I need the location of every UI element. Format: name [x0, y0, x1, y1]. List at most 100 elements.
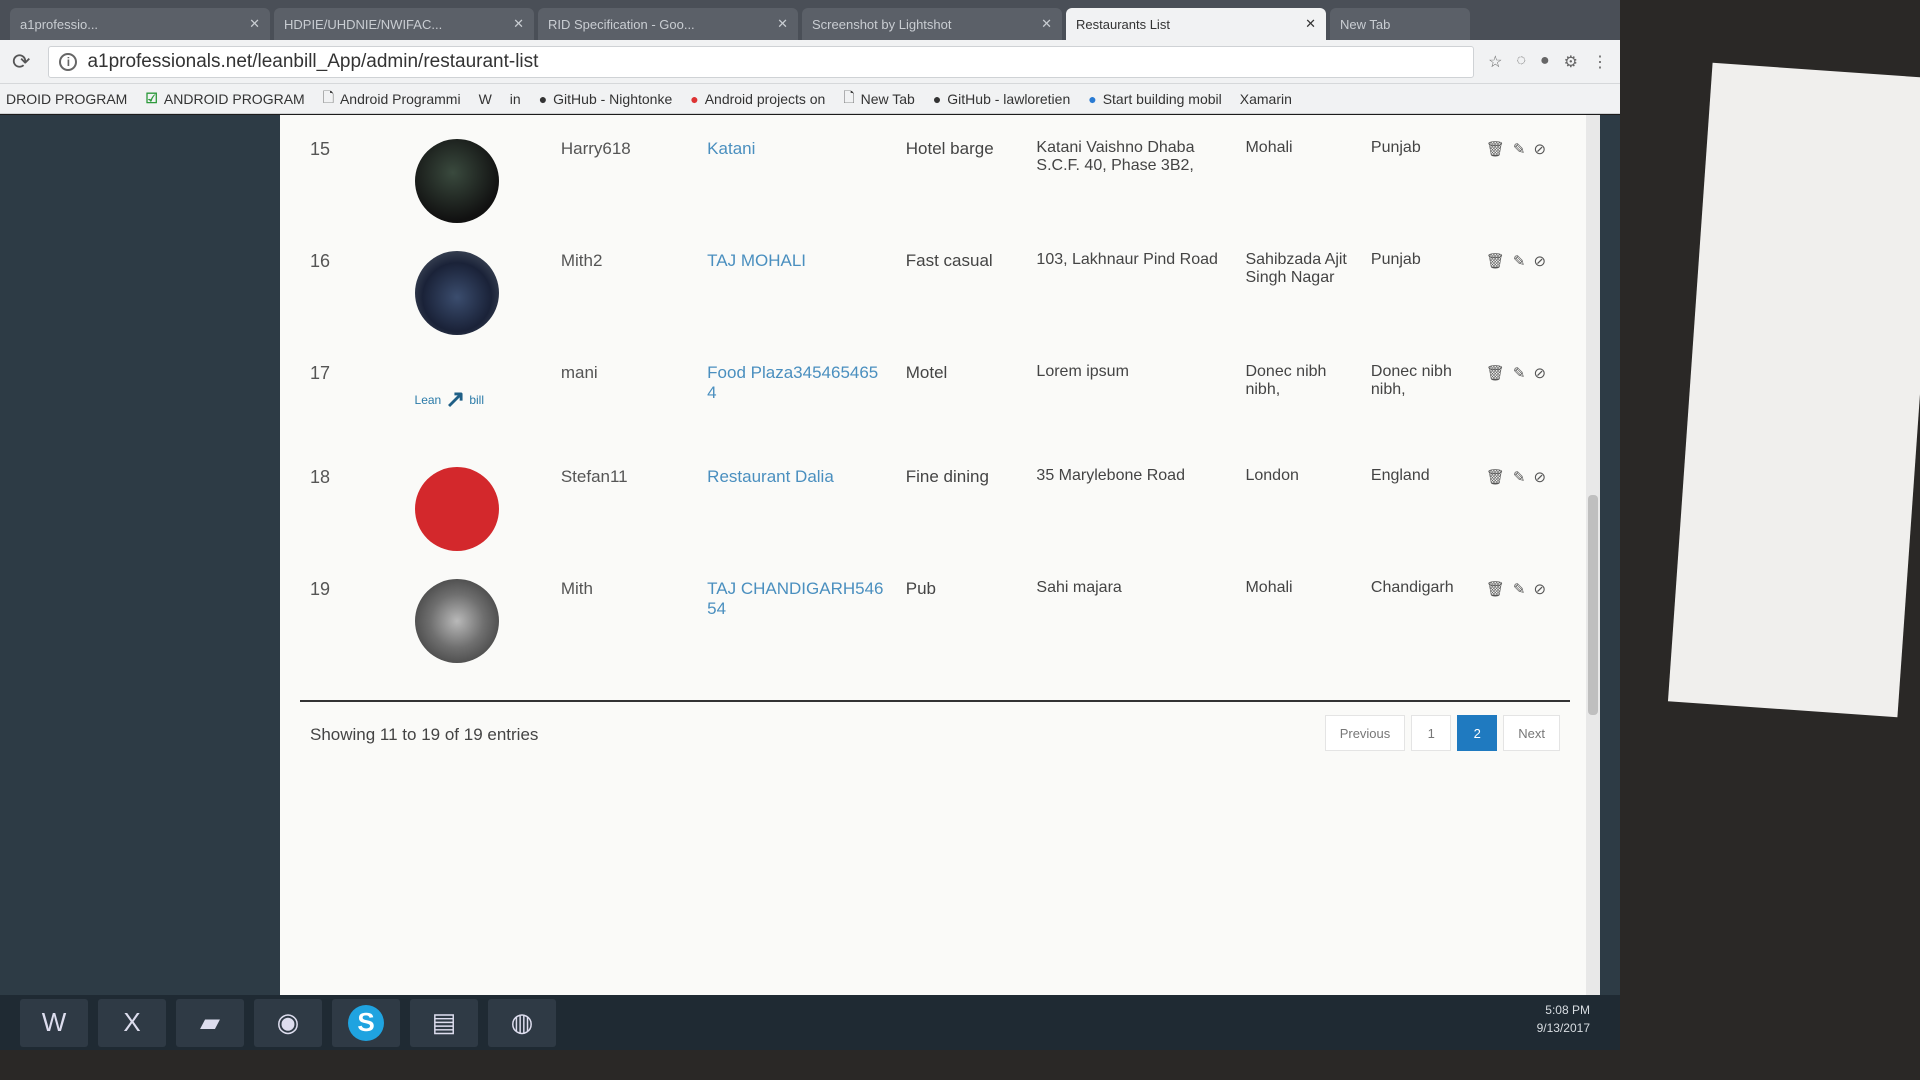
- block-icon[interactable]: ⊘: [1533, 252, 1546, 270]
- table-row: 16 Mith2 TAJ MOHALI Fast casual 103, Lak…: [300, 237, 1570, 349]
- block-icon[interactable]: ⊘: [1533, 140, 1546, 158]
- close-icon[interactable]: ✕: [777, 16, 788, 32]
- table-row: 18 Stefan11 Restaurant Dalia Fine dining…: [300, 453, 1570, 565]
- delete-icon[interactable]: 🗑: [1486, 140, 1505, 158]
- table-divider: [300, 700, 1570, 702]
- github-icon: ●: [932, 90, 942, 107]
- browser-toolbar: ⟳ i a1professionals.net/leanbill_App/adm…: [0, 40, 1620, 84]
- extension-icon[interactable]: ⚙: [1564, 52, 1578, 72]
- city-cell: Mohali: [1245, 139, 1293, 156]
- block-icon[interactable]: ⊘: [1533, 580, 1546, 598]
- page-viewport: 15 Harry618 Katani Hotel barge Katani Va…: [0, 115, 1620, 995]
- page-icon: 🗋: [843, 88, 855, 105]
- delete-icon[interactable]: 🗑: [1486, 364, 1505, 382]
- username-cell: Stefan11: [560, 467, 628, 486]
- address-cell: Sahi majara: [1036, 579, 1122, 596]
- menu-icon[interactable]: ⋮: [1592, 52, 1608, 72]
- delete-icon[interactable]: 🗑: [1486, 252, 1505, 270]
- folder-icon[interactable]: ▰: [176, 998, 244, 1047]
- browser-tab[interactable]: New Tab: [1330, 8, 1470, 40]
- row-actions: 🗑 ✎ ⊘: [1476, 125, 1570, 237]
- bookmark-item[interactable]: ● Start building mobil: [1088, 91, 1222, 107]
- clock-time: 5:08 PM: [1545, 1003, 1590, 1017]
- block-icon[interactable]: ⊘: [1533, 468, 1546, 486]
- edit-icon[interactable]: ✎: [1513, 580, 1526, 598]
- row-actions: 🗑 ✎ ⊘: [1476, 453, 1570, 565]
- page-2-button[interactable]: 2: [1457, 715, 1498, 751]
- extension-icon[interactable]: ●: [1540, 52, 1550, 72]
- bookmark-item[interactable]: DROID PROGRAM: [6, 91, 127, 107]
- bookmark-item[interactable]: ● GitHub - lawloretien: [933, 91, 1070, 107]
- browser-tab[interactable]: a1professio... ✕: [10, 8, 270, 40]
- restaurant-table: 15 Harry618 Katani Hotel barge Katani Va…: [300, 125, 1570, 677]
- restaurant-type-cell: Pub: [905, 579, 937, 598]
- close-icon[interactable]: ✕: [249, 16, 260, 32]
- previous-button[interactable]: Previous: [1324, 715, 1406, 751]
- restaurant-list-panel: 15 Harry618 Katani Hotel barge Katani Va…: [280, 115, 1600, 995]
- page-1-button[interactable]: 1: [1411, 715, 1452, 751]
- restaurant-name-link[interactable]: Katani: [697, 125, 896, 237]
- close-icon[interactable]: ✕: [513, 16, 524, 32]
- restaurant-name-link[interactable]: TAJ CHANDIGARH54654: [697, 565, 896, 677]
- browser-tab-active[interactable]: Restaurants List ✕: [1066, 8, 1326, 40]
- reload-icon[interactable]: ⟳: [12, 49, 30, 75]
- address-bar[interactable]: i a1professionals.net/leanbill_App/admin…: [48, 45, 1475, 78]
- address-cell: 103, Lakhnaur Pind Road: [1036, 251, 1218, 268]
- page-scrollbar[interactable]: [1586, 115, 1600, 995]
- restaurant-type-cell: Hotel barge: [905, 139, 994, 158]
- red-circle-icon: ●: [690, 90, 699, 107]
- bookmark-item[interactable]: in: [510, 91, 521, 107]
- bookmark-item[interactable]: W: [479, 91, 492, 107]
- state-cell: Punjab: [1370, 251, 1421, 268]
- bookmark-item[interactable]: ☑ ANDROID PROGRAM: [145, 90, 304, 107]
- system-clock[interactable]: 5:08 PM 9/13/2017: [1537, 1001, 1590, 1037]
- bookmark-item[interactable]: 🗋 New Tab: [843, 87, 914, 111]
- restaurant-name-link[interactable]: TAJ MOHALI: [697, 237, 896, 349]
- restaurant-avatar: [414, 467, 499, 551]
- close-icon[interactable]: ✕: [1041, 16, 1052, 32]
- monitor-screen: a1professio... ✕ HDPIE/UHDNIE/NWIFAC... ✕ …: [0, 0, 1620, 1050]
- excel-icon[interactable]: X: [98, 998, 166, 1047]
- delete-icon[interactable]: 🗑: [1486, 468, 1505, 486]
- restaurant-name-link[interactable]: Food Plaza3454654654: [697, 349, 896, 453]
- city-cell: Sahibzada Ajit Singh Nagar: [1245, 251, 1347, 286]
- edit-icon[interactable]: ✎: [1513, 468, 1526, 486]
- skype-icon[interactable]: S: [332, 998, 400, 1047]
- browser-tab[interactable]: RID Specification - Goo... ✕: [538, 8, 798, 40]
- username-cell: Mith: [560, 579, 593, 598]
- bookmark-item[interactable]: ● GitHub - Nightonke: [539, 91, 673, 107]
- bookmark-item[interactable]: Xamarin: [1240, 91, 1292, 107]
- trend-icon: ↗: [445, 386, 466, 413]
- chrome-icon[interactable]: ◉: [254, 998, 322, 1047]
- address-cell: 35 Marylebone Road: [1036, 467, 1185, 484]
- green-check-icon: ☑: [145, 90, 158, 106]
- info-icon[interactable]: i: [59, 52, 78, 71]
- edit-icon[interactable]: ✎: [1513, 364, 1526, 382]
- explorer-icon[interactable]: ▤: [410, 998, 478, 1047]
- bookmark-item[interactable]: ● Android projects on: [690, 91, 825, 107]
- row-number: 16: [310, 251, 331, 271]
- word-icon[interactable]: W: [20, 998, 88, 1047]
- table-row: 17 Lean ↗ bill mani Food Plaza3454654654…: [300, 349, 1570, 453]
- restaurant-type-cell: Motel: [905, 363, 948, 382]
- tab-strip: a1professio... ✕ HDPIE/UHDNIE/NWIFAC... ✕ …: [0, 0, 1620, 40]
- next-button[interactable]: Next: [1503, 715, 1560, 751]
- row-number: 19: [310, 579, 331, 599]
- username-cell: Mith2: [560, 251, 603, 270]
- block-icon[interactable]: ⊘: [1533, 364, 1546, 382]
- windows-taskbar: W X ▰ ◉ S ▤ ◍ 5:08 PM 9/13/2017: [0, 995, 1620, 1050]
- android-studio-icon[interactable]: ◍: [488, 998, 556, 1047]
- edit-icon[interactable]: ✎: [1513, 140, 1526, 158]
- restaurant-name-link[interactable]: Restaurant Dalia: [697, 453, 896, 565]
- scroll-thumb[interactable]: [1588, 495, 1598, 715]
- row-actions: 🗑 ✎ ⊘: [1476, 565, 1570, 677]
- extension-icon[interactable]: ◌: [1516, 52, 1526, 72]
- browser-tab[interactable]: HDPIE/UHDNIE/NWIFAC... ✕: [274, 8, 534, 40]
- leanbill-logo: Lean ↗ bill: [414, 386, 484, 413]
- delete-icon[interactable]: 🗑: [1486, 580, 1505, 598]
- browser-tab[interactable]: Screenshot by Lightshot ✕: [802, 8, 1062, 40]
- bookmark-item[interactable]: 🗋 Android Programmi: [323, 87, 461, 111]
- close-icon[interactable]: ✕: [1305, 16, 1316, 32]
- edit-icon[interactable]: ✎: [1513, 252, 1526, 270]
- star-icon[interactable]: ☆: [1488, 52, 1502, 72]
